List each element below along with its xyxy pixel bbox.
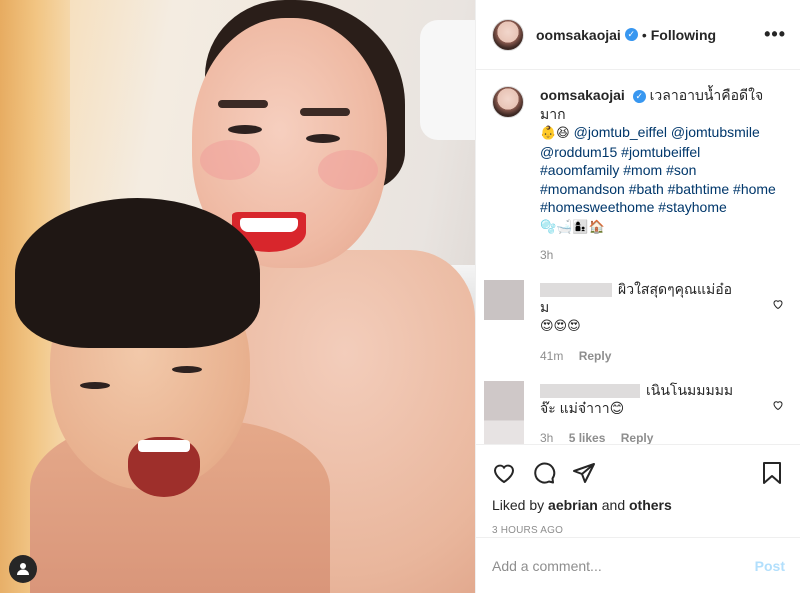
comment-icon[interactable] [532, 461, 556, 485]
woman-cheek [200, 140, 260, 180]
hashtag-link[interactable]: #momandson [540, 181, 625, 197]
post-actions [476, 445, 800, 501]
author-avatar[interactable] [492, 18, 524, 51]
comment-text: เนินโนมมมมมจ๊ะ แม่จ๋าาา😊 [540, 381, 740, 417]
liker-username[interactable]: aebrian [548, 497, 598, 513]
comments-area[interactable]: oomsakaojai ✓ เวลาอาบน้ำคือดีใจมาก 👶😆 @j… [476, 70, 800, 445]
post-comment-button[interactable]: Post [755, 558, 785, 574]
hashtag-link[interactable]: #aoomfamily [540, 162, 619, 178]
woman-eye [228, 125, 262, 134]
more-options-icon[interactable]: ••• [764, 24, 786, 45]
bookmark-icon[interactable] [760, 461, 784, 485]
likes-and: and [601, 497, 626, 513]
share-icon[interactable] [572, 461, 596, 485]
person-icon [17, 563, 29, 575]
comment-emoji: 😍😍😍 [540, 318, 581, 333]
boy-teeth [138, 440, 190, 452]
hashtag-link[interactable]: #mom [623, 162, 662, 178]
hashtag-link[interactable]: #bath [629, 181, 664, 197]
boy-hair [15, 198, 260, 348]
comment-input[interactable] [492, 557, 755, 574]
comment-time[interactable]: 41m [540, 349, 563, 363]
hashtag-link[interactable]: #jomtubeiffel [621, 144, 700, 160]
likes-prefix: Liked by [492, 497, 545, 513]
hashtag-link[interactable]: #homesweethome [540, 199, 654, 215]
caption-text: oomsakaojai ✓ เวลาอาบน้ำคือดีใจมาก 👶😆 @j… [540, 86, 780, 236]
caption-username[interactable]: oomsakaojai [540, 87, 625, 103]
like-comment-icon[interactable] [772, 298, 784, 310]
comment-item: ผิวใสสุดๆคุณแม่อ๋อม 😍😍😍 41m Reply [484, 280, 784, 363]
woman-eye [306, 134, 340, 143]
hashtag-link[interactable]: #home [733, 181, 776, 197]
post-sidebar: oomsakaojai ✓ • Following ••• oomsakaoja… [475, 0, 800, 593]
caption-emoji: 👶😆 [540, 125, 570, 140]
woman-teeth [240, 218, 298, 232]
likes-summary: Liked by aebrian and others [476, 497, 800, 513]
hashtag-link[interactable]: #son [666, 162, 696, 178]
verified-badge-icon: ✓ [624, 28, 638, 41]
reply-button[interactable]: Reply [621, 431, 654, 444]
comment-meta: 41m Reply [540, 349, 740, 363]
comment-item: เนินโนมมมมมจ๊ะ แม่จ๋าาา😊 3h 5 likes Repl… [484, 381, 784, 444]
verified-badge-icon: ✓ [632, 89, 646, 103]
caption: oomsakaojai ✓ เวลาอาบน้ำคือดีใจมาก 👶😆 @j… [492, 86, 784, 262]
like-icon[interactable] [492, 461, 516, 485]
add-comment-bar: Post [476, 537, 800, 593]
hashtag-link[interactable]: #bathtime [668, 181, 729, 197]
header-separator: • [641, 26, 647, 43]
commenter-avatar[interactable] [484, 280, 524, 320]
likes-others-link[interactable]: others [629, 497, 672, 513]
commenter-avatar[interactable] [484, 381, 524, 444]
boy-eye [172, 366, 202, 373]
woman-cheek [318, 150, 378, 190]
comment-likes[interactable]: 5 likes [569, 431, 606, 444]
boy-eye [80, 382, 110, 389]
toilet [420, 20, 475, 140]
woman-brow [300, 108, 350, 116]
comment-text: ผิวใสสุดๆคุณแม่อ๋อม 😍😍😍 [540, 280, 740, 335]
comment-meta: 3h 5 likes Reply [540, 431, 740, 444]
caption-emoji: 🫧🛁👩‍👦🏠 [540, 218, 605, 234]
caption-avatar[interactable] [492, 86, 524, 118]
mention-link[interactable]: @jomtub_eiffel [574, 124, 667, 140]
reply-button[interactable]: Reply [579, 349, 612, 363]
post-timestamp[interactable]: 3 HOURS AGO [476, 525, 800, 536]
tagged-user-icon[interactable] [9, 555, 37, 583]
woman-brow [218, 100, 268, 108]
mention-link[interactable]: @roddum15 [540, 144, 617, 160]
post-photo[interactable] [0, 0, 475, 593]
comment-time[interactable]: 3h [540, 431, 553, 444]
hashtag-link[interactable]: #stayhome [658, 199, 726, 215]
redacted-username[interactable] [540, 384, 640, 399]
author-username[interactable]: oomsakaojai [536, 27, 621, 43]
following-button[interactable]: Following [651, 27, 716, 43]
caption-time[interactable]: 3h [540, 248, 780, 262]
mention-link[interactable]: @jomtubsmile [671, 124, 760, 140]
redacted-username[interactable] [540, 283, 612, 298]
post-header: oomsakaojai ✓ • Following ••• [476, 0, 800, 70]
like-comment-icon[interactable] [772, 399, 784, 411]
